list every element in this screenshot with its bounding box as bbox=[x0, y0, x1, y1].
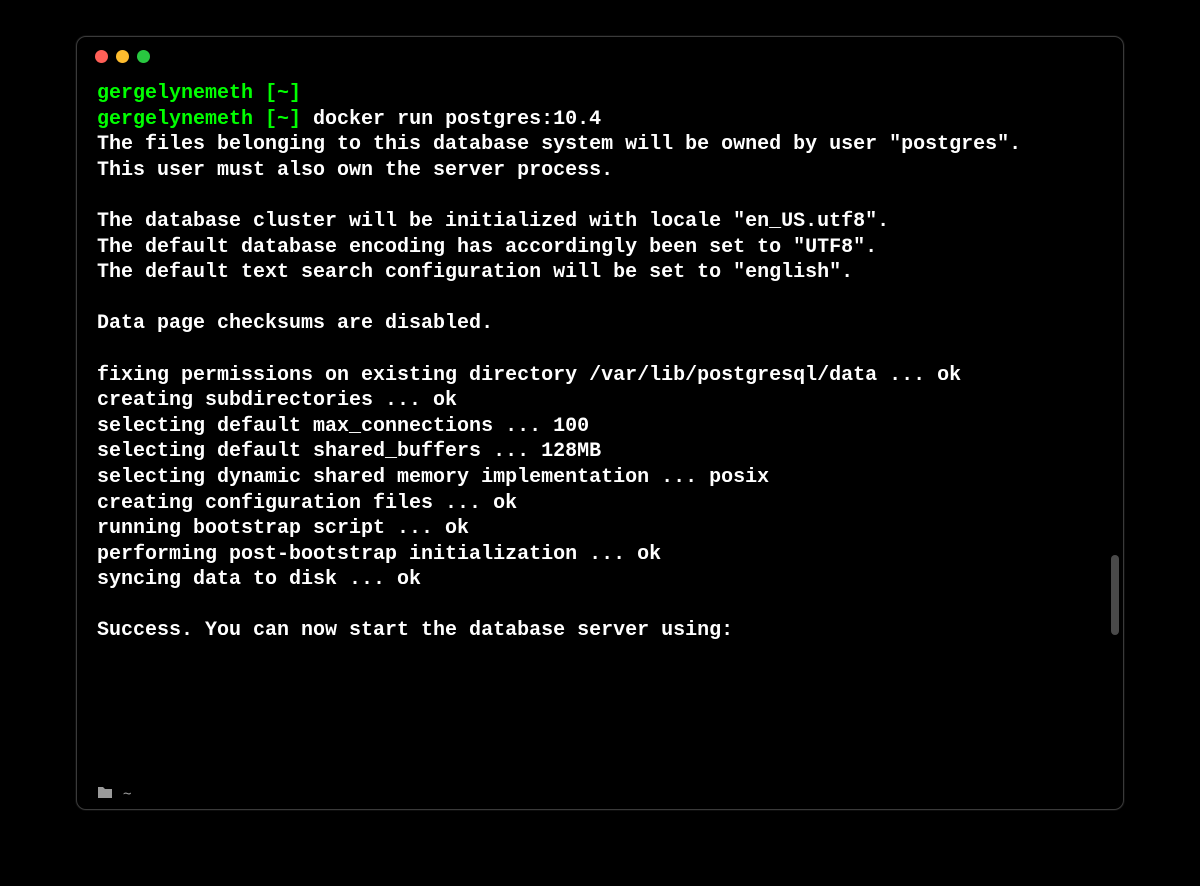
output-line: fixing permissions on existing directory… bbox=[97, 363, 1103, 389]
window-titlebar bbox=[77, 37, 1123, 75]
prompt-line-idle: gergelynemeth [~] bbox=[97, 81, 1103, 107]
output-line bbox=[97, 337, 1103, 363]
scrollbar-thumb[interactable] bbox=[1111, 555, 1119, 635]
status-path: ~ bbox=[123, 786, 131, 802]
output-line: creating configuration files ... ok bbox=[97, 491, 1103, 517]
output-line: selecting dynamic shared memory implemen… bbox=[97, 465, 1103, 491]
maximize-button[interactable] bbox=[137, 50, 150, 63]
output-line: creating subdirectories ... ok bbox=[97, 388, 1103, 414]
output-line: The default text search configuration wi… bbox=[97, 260, 1103, 286]
output-line: Data page checksums are disabled. bbox=[97, 311, 1103, 337]
output-line bbox=[97, 286, 1103, 312]
output-line: performing post-bootstrap initialization… bbox=[97, 542, 1103, 568]
output-line: The database cluster will be initialized… bbox=[97, 209, 1103, 235]
output-line: selecting default max_connections ... 10… bbox=[97, 414, 1103, 440]
output-line: The default database encoding has accord… bbox=[97, 235, 1103, 261]
output-line: selecting default shared_buffers ... 128… bbox=[97, 439, 1103, 465]
output-line bbox=[97, 183, 1103, 209]
command-text: docker run postgres:10.4 bbox=[301, 108, 601, 131]
output-line: running bootstrap script ... ok bbox=[97, 516, 1103, 542]
prompt-line-command: gergelynemeth [~] docker run postgres:10… bbox=[97, 107, 1103, 133]
folder-icon bbox=[97, 785, 113, 803]
prompt-user: gergelynemeth bbox=[97, 82, 253, 105]
close-button[interactable] bbox=[95, 50, 108, 63]
prompt-path: [~] bbox=[253, 82, 301, 105]
status-bar: ~ bbox=[77, 779, 1123, 809]
output-line: This user must also own the server proce… bbox=[97, 158, 1103, 184]
minimize-button[interactable] bbox=[116, 50, 129, 63]
prompt-path: [~] bbox=[253, 108, 301, 131]
output-line bbox=[97, 644, 1103, 670]
output-line: Success. You can now start the database … bbox=[97, 618, 1103, 644]
output-container: The files belonging to this database sys… bbox=[97, 132, 1103, 669]
prompt-user: gergelynemeth bbox=[97, 108, 253, 131]
terminal-window: gergelynemeth [~] gergelynemeth [~] dock… bbox=[76, 36, 1124, 810]
output-line: syncing data to disk ... ok bbox=[97, 567, 1103, 593]
output-line bbox=[97, 593, 1103, 619]
terminal-body[interactable]: gergelynemeth [~] gergelynemeth [~] dock… bbox=[77, 75, 1123, 779]
output-line: The files belonging to this database sys… bbox=[97, 132, 1103, 158]
